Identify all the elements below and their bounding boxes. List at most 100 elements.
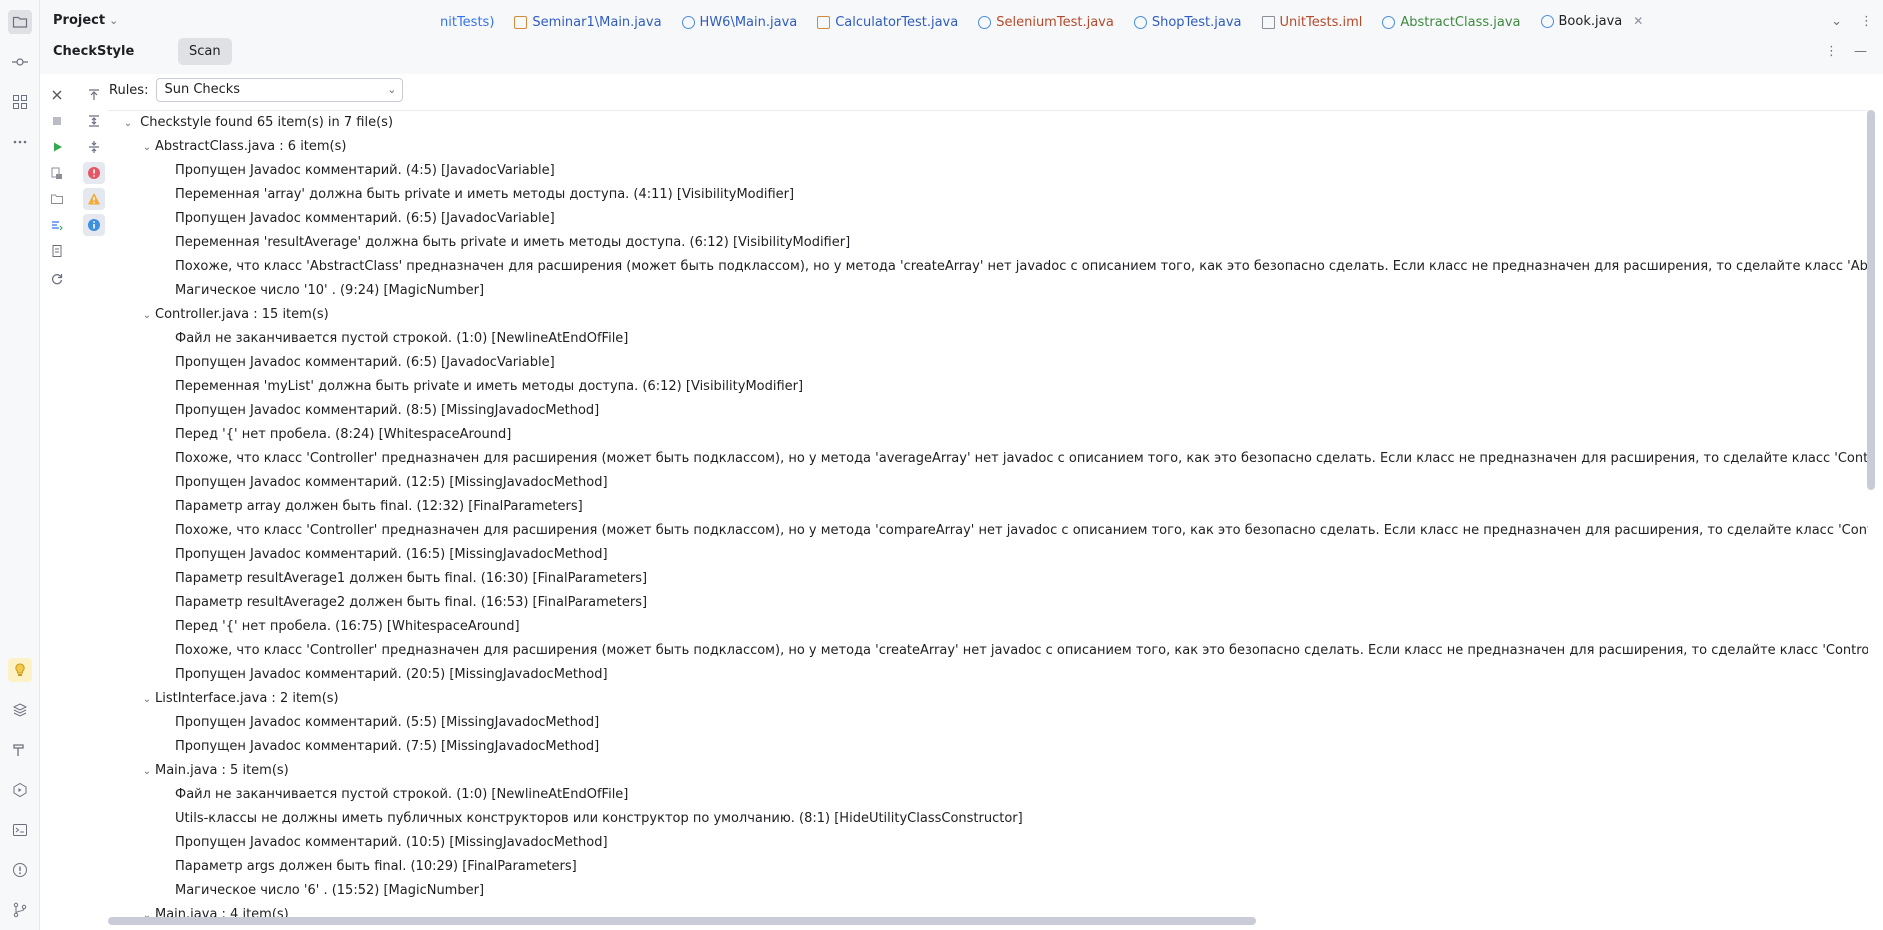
check-changes-icon[interactable]	[46, 214, 68, 236]
tree-problem-label: Пропущен Javadoc комментарий. (7:5) [Mis…	[175, 739, 600, 754]
info-filter-icon[interactable]	[83, 214, 105, 236]
tree-root-label: Checkstyle found 65 item(s) in 7 file(s)	[140, 115, 394, 130]
activity-bar	[0, 0, 40, 930]
more-tools-icon[interactable]	[8, 130, 32, 154]
tree-problem-item[interactable]: Файл не заканчивается пустой строкой. (1…	[108, 783, 1868, 807]
tree-problem-label: Похоже, что класс 'AbstractClass' предна…	[175, 259, 1868, 274]
tabs-overflow-chevron-icon[interactable]: ⌄	[1831, 14, 1842, 29]
test-class-icon	[514, 15, 528, 29]
structure-icon[interactable]	[8, 90, 32, 114]
chevron-down-icon[interactable]: ⌄	[139, 688, 155, 712]
check-project-icon[interactable]	[46, 188, 68, 210]
expand-all-icon[interactable]	[83, 110, 105, 132]
tree-problem-item[interactable]: Пропущен Javadoc комментарий. (12:5) [Mi…	[108, 471, 1868, 495]
chevron-down-icon[interactable]: ⌄	[139, 304, 155, 328]
tree-problem-item[interactable]: Пропущен Javadoc комментарий. (10:5) [Mi…	[108, 831, 1868, 855]
tree-problem-item[interactable]: Пропущен Javadoc комментарий. (8:5) [Mis…	[108, 399, 1868, 423]
problems-icon[interactable]	[8, 858, 32, 882]
checkstyle-toolbar-secondary	[83, 84, 107, 240]
tree-problem-item[interactable]: Перед '{' нет пробела. (16:75) [Whitespa…	[108, 615, 1868, 639]
editor-tab-label: HW6\Main.java	[699, 14, 798, 30]
collapse-all-icon[interactable]	[83, 136, 105, 158]
tree-problem-item[interactable]: Параметр resultAverage1 должен быть fina…	[108, 567, 1868, 591]
checkstyle-toolwindow-header: CheckStyle Scan ⋮ —	[40, 30, 1883, 74]
tree-file-node[interactable]: ⌄ ListInterface.java : 2 item(s)	[108, 687, 1868, 711]
tree-problem-item[interactable]: Пропущен Javadoc комментарий. (16:5) [Mi…	[108, 543, 1868, 567]
warning-filter-icon[interactable]	[83, 188, 105, 210]
editor-tab-label: UnitTests.iml	[1279, 14, 1363, 30]
tree-file-node[interactable]: ⌄ Main.java : 5 item(s)	[108, 759, 1868, 783]
minimize-icon[interactable]: —	[1854, 44, 1867, 59]
tree-problem-item[interactable]: Параметр args должен быть final. (10:29)…	[108, 855, 1868, 879]
tree-problem-label: Похоже, что класс 'Controller' предназна…	[175, 523, 1868, 538]
tree-problem-item[interactable]: Переменная 'myList' должна быть private …	[108, 375, 1868, 399]
more-options-icon[interactable]: ⋮	[1860, 14, 1873, 29]
tree-problem-item[interactable]: Магическое число '6' . (15:52) [MagicNum…	[108, 879, 1868, 903]
editor-tab-label: SeleniumTest.java	[996, 14, 1114, 30]
tree-problem-item[interactable]: Utils-классы не должны иметь публичных к…	[108, 807, 1868, 831]
tree-file-label: Main.java : 5 item(s)	[155, 763, 289, 778]
build-hammer-icon[interactable]	[8, 738, 32, 762]
tree-problem-item[interactable]: Похоже, что класс 'Controller' предназна…	[108, 639, 1868, 663]
tree-problem-item[interactable]: Пропущен Javadoc комментарий. (6:5) [Jav…	[108, 207, 1868, 231]
tree-problem-label: Пропущен Javadoc комментарий. (5:5) [Mis…	[175, 715, 600, 730]
tree-problem-label: Пропущен Javadoc комментарий. (10:5) [Mi…	[175, 835, 608, 850]
chevron-down-icon[interactable]: ⌄	[139, 136, 155, 160]
editor-tab-label: CalculatorTest.java	[835, 14, 959, 30]
tree-problem-label: Параметр array должен быть final. (12:32…	[175, 499, 583, 514]
commit-icon[interactable]	[8, 50, 32, 74]
rules-select[interactable]: Sun Checks ⌄	[156, 78, 404, 102]
tree-problem-label: Файл не заканчивается пустой строкой. (1…	[175, 331, 629, 346]
scroll-to-source-icon[interactable]	[83, 84, 105, 106]
toolwindow-title: CheckStyle	[53, 44, 135, 59]
close-icon[interactable]	[46, 84, 68, 106]
tree-problem-item[interactable]: Пропущен Javadoc комментарий. (5:5) [Mis…	[108, 711, 1868, 735]
tree-problem-item[interactable]: Магическое число '10' . (9:24) [MagicNum…	[108, 279, 1868, 303]
refresh-icon[interactable]	[46, 268, 68, 290]
tree-problem-item[interactable]: Пропущен Javadoc комментарий. (4:5) [Jav…	[108, 159, 1868, 183]
tree-file-node[interactable]: ⌄ Controller.java : 15 item(s)	[108, 303, 1868, 327]
tree-file-label: AbstractClass.java : 6 item(s)	[155, 139, 347, 154]
tree-problem-item[interactable]: Пропущен Javadoc комментарий. (7:5) [Mis…	[108, 735, 1868, 759]
tree-problem-item[interactable]: Перед '{' нет пробела. (8:24) [Whitespac…	[108, 423, 1868, 447]
rules-label: Rules:	[109, 82, 149, 98]
copy-report-icon[interactable]	[46, 240, 68, 262]
close-tab-icon[interactable]: ✕	[1633, 14, 1643, 28]
error-filter-icon[interactable]	[83, 162, 105, 184]
tree-problem-label: Пропущен Javadoc комментарий. (6:5) [Jav…	[175, 355, 555, 370]
rules-row: Rules: Sun Checks ⌄	[109, 77, 404, 103]
git-branch-icon[interactable]	[8, 898, 32, 922]
tree-root[interactable]: ⌄ Checkstyle found 65 item(s) in 7 file(…	[108, 111, 1868, 135]
tree-problem-item[interactable]: Параметр array должен быть final. (12:32…	[108, 495, 1868, 519]
tree-problem-item[interactable]: Пропущен Javadoc комментарий. (6:5) [Jav…	[108, 351, 1868, 375]
lightbulb-icon[interactable]	[8, 658, 32, 682]
terminal-icon[interactable]	[8, 818, 32, 842]
layers-icon[interactable]	[8, 698, 32, 722]
tree-problem-item[interactable]: Похоже, что класс 'AbstractClass' предна…	[108, 255, 1868, 279]
tree-problem-label: Переменная 'myList' должна быть private …	[175, 379, 804, 394]
chevron-down-icon[interactable]: ⌄	[120, 112, 136, 136]
tree-problem-item[interactable]: Похоже, что класс 'Controller' предназна…	[108, 447, 1868, 471]
check-module-icon[interactable]	[46, 162, 68, 184]
tree-problem-item[interactable]: Файл не заканчивается пустой строкой. (1…	[108, 327, 1868, 351]
java-class-icon	[1382, 15, 1396, 29]
tree-problem-item[interactable]: Переменная 'resultAverage' должна быть p…	[108, 231, 1868, 255]
project-folder-icon[interactable]	[8, 10, 32, 34]
editor-tab-label: AbstractClass.java	[1400, 14, 1521, 30]
tree-file-node[interactable]: ⌄ AbstractClass.java : 6 item(s)	[108, 135, 1868, 159]
horizontal-scrollbar[interactable]	[108, 917, 1256, 925]
options-kebab-icon[interactable]: ⋮	[1825, 44, 1838, 59]
tree-problem-item[interactable]: Параметр resultAverage2 должен быть fina…	[108, 591, 1868, 615]
tree-file-label: ListInterface.java : 2 item(s)	[155, 691, 339, 706]
tree-problem-item[interactable]: Похоже, что класс 'Controller' предназна…	[108, 519, 1868, 543]
run-check-icon[interactable]	[46, 136, 68, 158]
tree-problem-label: Параметр resultAverage2 должен быть fina…	[175, 595, 648, 610]
stop-icon[interactable]	[46, 110, 68, 132]
vertical-scrollbar[interactable]	[1867, 110, 1875, 490]
tree-problem-item[interactable]: Пропущен Javadoc комментарий. (20:5) [Mi…	[108, 663, 1868, 687]
tree-problem-item[interactable]: Переменная 'array' должна быть private и…	[108, 183, 1868, 207]
tab-scan[interactable]: Scan	[178, 38, 232, 65]
project-dropdown[interactable]: Project ⌄	[53, 13, 118, 28]
services-icon[interactable]	[8, 778, 32, 802]
chevron-down-icon[interactable]: ⌄	[139, 760, 155, 784]
